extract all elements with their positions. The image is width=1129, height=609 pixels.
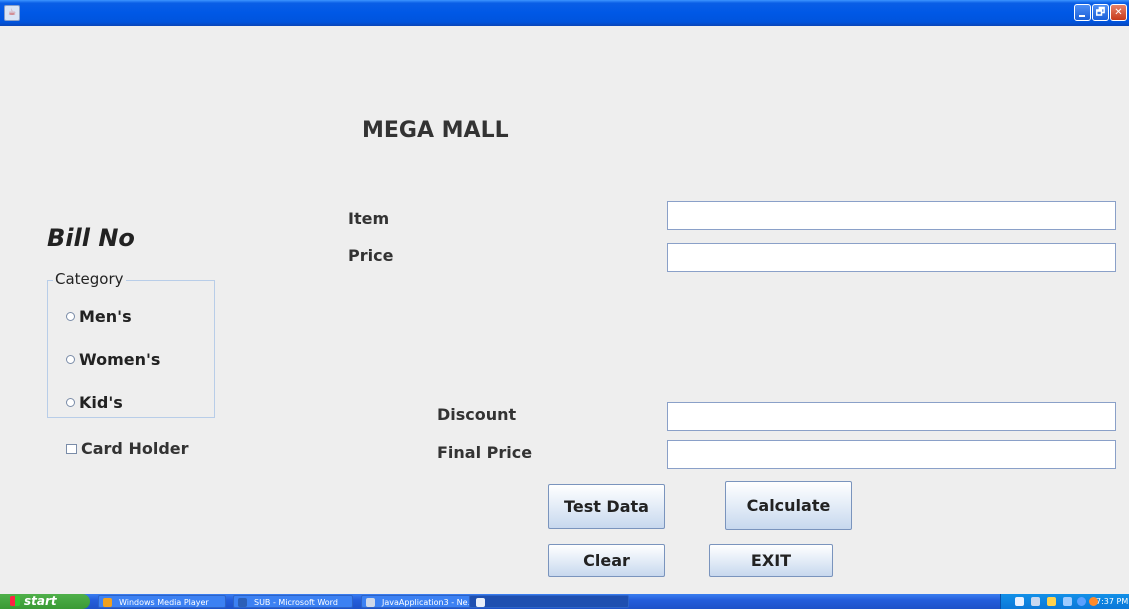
netbeans-icon — [366, 598, 375, 607]
exit-button[interactable]: EXIT — [709, 544, 833, 577]
java-app-icon — [476, 598, 485, 607]
final-price-input[interactable] — [667, 440, 1116, 469]
media-player-icon — [103, 598, 112, 607]
task-windows-media-player[interactable]: Windows Media Player — [98, 595, 226, 608]
task-label: Windows Media Player — [119, 598, 209, 607]
task-label: JavaApplication3 - Ne... — [382, 598, 476, 607]
card-holder-label: Card Holder — [81, 439, 189, 458]
radio-kids[interactable]: Kid's — [66, 393, 123, 412]
window-title-bar[interactable] — [0, 0, 1129, 26]
radio-womens[interactable]: Women's — [66, 350, 160, 369]
clear-button[interactable]: Clear — [548, 544, 665, 577]
item-input[interactable] — [667, 201, 1116, 230]
java-app-icon: ☕ — [4, 5, 20, 21]
bill-no-label: Bill No — [47, 224, 135, 252]
radio-label: Women's — [79, 350, 161, 369]
word-icon — [238, 598, 247, 607]
discount-input[interactable] — [667, 402, 1116, 431]
radio-label: Kid's — [79, 393, 123, 412]
task-microsoft-word[interactable]: SUB - Microsoft Word — [233, 595, 353, 608]
start-button[interactable]: start — [0, 594, 90, 609]
price-label: Price — [348, 246, 394, 265]
final-price-label: Final Price — [437, 443, 533, 462]
radio-label: Men's — [79, 307, 132, 326]
task-active-java-window[interactable] — [469, 595, 629, 608]
radio-mens[interactable]: Men's — [66, 307, 132, 326]
close-button[interactable]: ✕ — [1110, 4, 1127, 21]
minimize-button[interactable] — [1074, 4, 1091, 21]
calculate-button[interactable]: Calculate — [725, 481, 852, 530]
windows-flag-icon — [10, 596, 20, 606]
keyboard-icon — [1031, 597, 1040, 606]
help-icon — [1047, 597, 1056, 606]
page-title: MEGA MALL — [362, 118, 509, 143]
test-data-button[interactable]: Test Data — [548, 484, 665, 529]
radio-circle-icon — [66, 312, 75, 321]
checkbox-square-icon — [66, 443, 77, 454]
category-legend: Category — [53, 270, 126, 288]
task-label: SUB - Microsoft Word — [254, 598, 338, 607]
radio-circle-icon — [66, 355, 75, 364]
pen-icon — [1015, 597, 1024, 606]
start-label: start — [24, 594, 57, 608]
network-icon — [1063, 597, 1072, 606]
radio-circle-icon — [66, 398, 75, 407]
discount-label: Discount — [437, 405, 517, 424]
item-label: Item — [348, 209, 390, 228]
price-input[interactable] — [667, 243, 1116, 272]
card-holder-checkbox[interactable]: Card Holder — [66, 439, 189, 458]
back-arrow-icon — [1077, 597, 1086, 606]
maximize-button[interactable]: 🗗 — [1092, 4, 1109, 21]
clock: 7:37 PM — [1096, 597, 1129, 606]
